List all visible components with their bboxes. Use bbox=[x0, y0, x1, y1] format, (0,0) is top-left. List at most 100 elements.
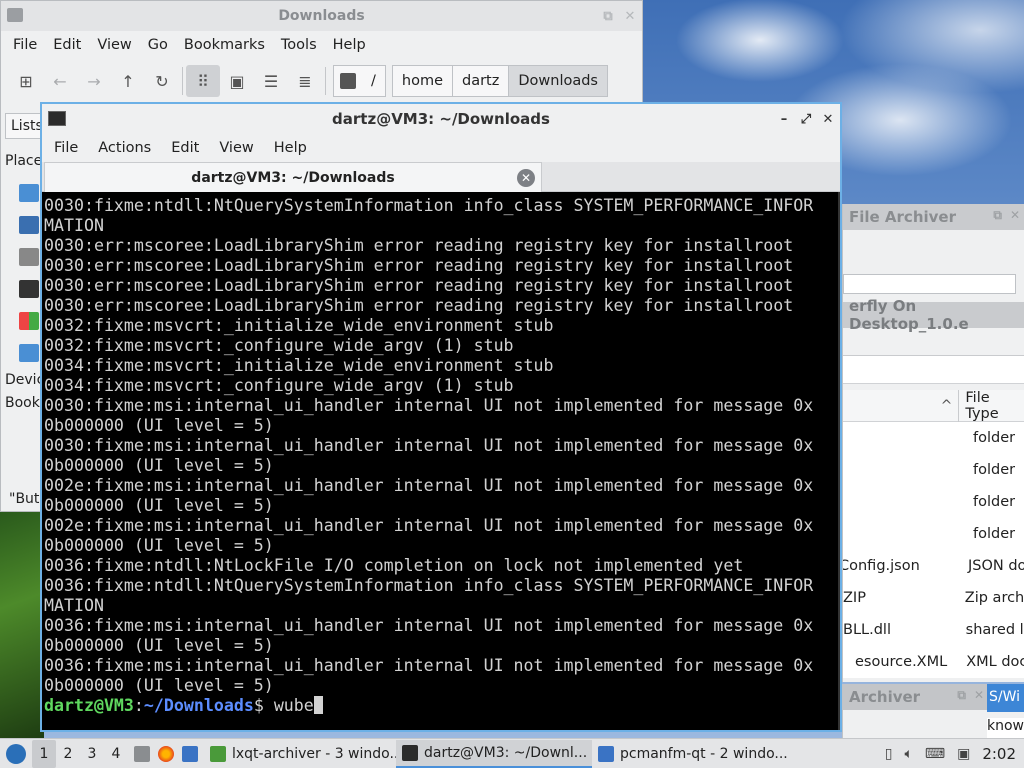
breadcrumb-dartz[interactable]: dartz bbox=[452, 65, 510, 97]
reload-icon[interactable]: ↻ bbox=[145, 65, 179, 97]
close-icon[interactable]: ✕ bbox=[1010, 208, 1020, 223]
archiver-1-titlebar[interactable]: File Archiver ⧉ ✕ bbox=[843, 204, 1024, 230]
task-lxqt-archiver[interactable]: lxqt-archiver - 3 windo... bbox=[204, 740, 396, 768]
menu-go[interactable]: Go bbox=[140, 37, 176, 53]
terminal-line: 0036:fixme:ntdll:NtQuerySystemInformatio… bbox=[44, 576, 814, 595]
task-pcmanfm-qt[interactable]: pcmanfm-qt - 2 windo... bbox=[592, 740, 792, 768]
network-folder-icon[interactable] bbox=[19, 344, 39, 362]
menu-file[interactable]: File bbox=[46, 140, 86, 156]
terminal-tab[interactable]: dartz@VM3: ~/Downloads ✕ bbox=[44, 162, 542, 192]
table-row[interactable]: folder bbox=[843, 486, 1024, 518]
restore-icon[interactable]: ⧉ bbox=[993, 208, 1002, 223]
desktop-2-button[interactable]: 2 bbox=[56, 740, 80, 768]
menu-help[interactable]: Help bbox=[325, 37, 374, 53]
breadcrumb-downloads[interactable]: Downloads bbox=[508, 65, 608, 97]
folder-icon bbox=[598, 745, 614, 762]
terminal-line: 0030:err:mscoree:LoadLibraryShim error r… bbox=[44, 296, 794, 315]
breadcrumb-root[interactable]: / bbox=[362, 65, 386, 97]
network-icon[interactable]: ▣ bbox=[957, 746, 970, 762]
command-input[interactable]: wube bbox=[274, 696, 314, 715]
menu-file[interactable]: File bbox=[5, 37, 45, 53]
compact-view-icon[interactable]: ☰ bbox=[254, 65, 288, 97]
toolbar-separator bbox=[182, 67, 183, 95]
restore-icon[interactable]: ⧉ bbox=[602, 10, 614, 23]
computer-icon[interactable] bbox=[19, 280, 39, 298]
forward-arrow-icon[interactable]: → bbox=[77, 65, 111, 97]
menu-bookmarks[interactable]: Bookmarks bbox=[176, 37, 273, 53]
desktop-1-button[interactable]: 1 bbox=[32, 739, 56, 768]
back-arrow-icon[interactable]: ← bbox=[43, 65, 77, 97]
terminal-titlebar[interactable]: dartz@VM3: ~/Downloads – ⤢ ✕ bbox=[42, 104, 840, 134]
archiver-1b-titlebar[interactable]: erfly On Desktop_1.0.e bbox=[843, 297, 1024, 333]
close-tab-icon[interactable]: ✕ bbox=[517, 169, 535, 187]
archiver-location-bar bbox=[843, 356, 1024, 384]
table-row[interactable]: folder bbox=[843, 454, 1024, 486]
clipboard-icon[interactable]: ▯ bbox=[885, 746, 893, 762]
terminal-line: 0030:fixme:msi:internal_ui_handler inter… bbox=[44, 436, 814, 455]
menu-edit[interactable]: Edit bbox=[163, 140, 207, 156]
breadcrumb-home[interactable]: home bbox=[391, 65, 453, 97]
side-heading-bookmarks: Book bbox=[5, 395, 40, 411]
keyboard-icon[interactable]: ⌨ bbox=[925, 746, 945, 762]
icon-view-icon[interactable]: ⠿ bbox=[186, 65, 220, 97]
folder-icon bbox=[7, 8, 23, 22]
archiver-2-selected-cell[interactable]: S/Wi bbox=[987, 684, 1024, 712]
applications-icon[interactable] bbox=[19, 312, 39, 330]
trash-icon[interactable] bbox=[19, 248, 39, 266]
terminal-prompt[interactable]: dartz@VM3:~/Downloads$ wube bbox=[44, 696, 840, 716]
toolbar-separator bbox=[325, 67, 326, 95]
maximize-icon[interactable]: ⤢ bbox=[800, 113, 812, 126]
close-icon[interactable]: ✕ bbox=[822, 113, 834, 126]
new-tab-icon[interactable]: ⊞ bbox=[9, 65, 43, 97]
sort-asc-icon[interactable]: ^ bbox=[843, 398, 958, 414]
close-icon[interactable]: ✕ bbox=[974, 688, 984, 703]
menu-view[interactable]: View bbox=[207, 140, 265, 156]
table-row[interactable]: folder bbox=[843, 518, 1024, 550]
side-pane-tab[interactable]: Lists bbox=[5, 113, 45, 139]
table-row[interactable]: BLL.dll shared li bbox=[843, 614, 1024, 646]
minimize-icon[interactable]: – bbox=[778, 113, 790, 126]
terminal-line: 0b000000 (UI level = 5) bbox=[44, 416, 274, 435]
table-row[interactable]: folder bbox=[843, 422, 1024, 454]
menu-edit[interactable]: Edit bbox=[45, 37, 89, 53]
desktop-folder-icon[interactable] bbox=[19, 216, 39, 234]
table-row[interactable]: esource.XML XML doc bbox=[843, 646, 1024, 678]
file-manager-titlebar[interactable]: Downloads ⧉ ✕ bbox=[1, 1, 642, 31]
terminal-line: 0034:fixme:msvcrt:_configure_wide_argv (… bbox=[44, 376, 514, 395]
show-desktop-icon[interactable] bbox=[182, 745, 198, 762]
archiver-1-location-field[interactable] bbox=[843, 274, 1016, 294]
main-menu-button[interactable] bbox=[0, 740, 32, 768]
desktop-4-button[interactable]: 4 bbox=[104, 740, 128, 768]
firefox-icon[interactable] bbox=[158, 745, 174, 762]
menu-view[interactable]: View bbox=[89, 37, 139, 53]
file-manager-launcher-icon[interactable] bbox=[134, 745, 150, 762]
menu-help[interactable]: Help bbox=[266, 140, 315, 156]
restore-icon[interactable]: ⧉ bbox=[957, 688, 966, 703]
terminal-output[interactable]: 0030:fixme:ntdll:NtQuerySystemInformatio… bbox=[42, 192, 840, 730]
clock[interactable]: 2:02 bbox=[982, 745, 1016, 763]
archiver-column-headers: ^ File Type bbox=[843, 389, 1024, 422]
archiver-2-cell: known bbox=[987, 718, 1024, 738]
desktop-3-button[interactable]: 3 bbox=[80, 740, 104, 768]
terminal-line: 0032:fixme:msvcrt:_initialize_wide_envir… bbox=[44, 316, 554, 335]
terminal-tabbar: dartz@VM3: ~/Downloads ✕ bbox=[42, 162, 840, 192]
terminal-scrollbar[interactable] bbox=[838, 192, 840, 730]
side-heading-devices: Devic bbox=[5, 372, 45, 388]
detailed-list-icon[interactable]: ≣ bbox=[288, 65, 322, 97]
archiver-window-1: File Archiver ⧉ ✕ erfly On Desktop_1.0.e … bbox=[842, 204, 1024, 682]
close-icon[interactable]: ✕ bbox=[624, 10, 636, 23]
table-row[interactable]: Config.json JSON do bbox=[843, 550, 1024, 582]
column-file-type[interactable]: File Type bbox=[958, 389, 1024, 422]
menu-tools[interactable]: Tools bbox=[273, 37, 325, 53]
prompt-symbol: $ bbox=[253, 696, 274, 715]
table-row[interactable]: ZIP Zip archi bbox=[843, 582, 1024, 614]
archiver-file-list: folder folder folder folder Config.json J… bbox=[843, 422, 1024, 678]
volume-icon[interactable]: 🔈︎ bbox=[904, 746, 912, 762]
home-folder-icon[interactable] bbox=[19, 184, 39, 202]
menu-actions[interactable]: Actions bbox=[86, 140, 163, 156]
terminal-line: 0030:fixme:ntdll:NtQuerySystemInformatio… bbox=[44, 196, 814, 215]
thumbnail-view-icon[interactable]: ▣ bbox=[220, 65, 254, 97]
task-terminal[interactable]: dartz@VM3: ~/Downl... bbox=[396, 739, 592, 768]
up-arrow-icon[interactable]: ↑ bbox=[111, 65, 145, 97]
path-edit-toggle[interactable] bbox=[333, 65, 363, 97]
